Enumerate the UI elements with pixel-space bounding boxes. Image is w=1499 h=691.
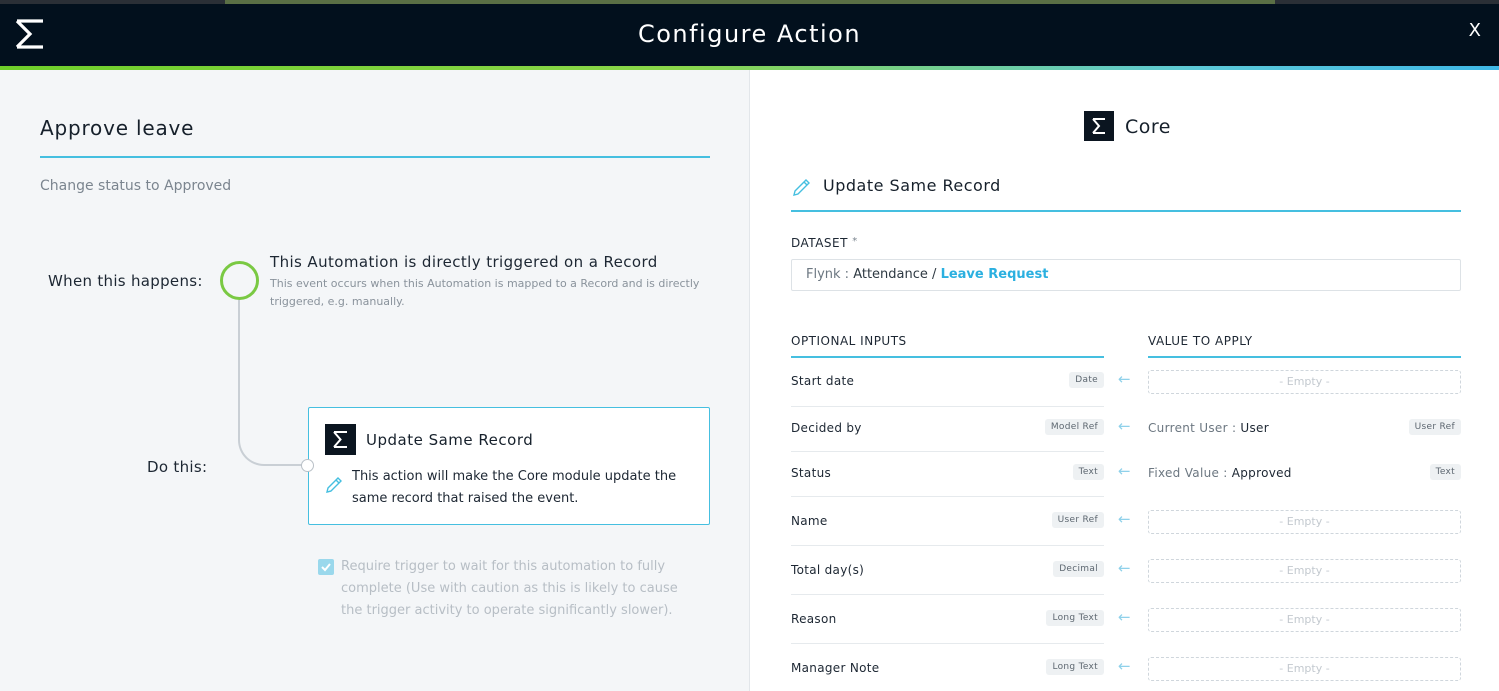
input-row-manager-note: Manager Note Long Text ← - Empty - [791, 655, 1461, 691]
action-description: This action will make the Core module up… [352, 469, 677, 506]
when-label: When this happens: [48, 272, 203, 290]
input-row-name: Name User Ref ← - Empty - [791, 508, 1461, 548]
input-name: Decided by [791, 421, 862, 435]
applied-value[interactable]: Fixed Value : Approved [1148, 466, 1292, 480]
row-divider [791, 594, 1104, 595]
input-name: Start date [791, 374, 855, 388]
input-name: Manager Note [791, 661, 880, 675]
input-name: Status [791, 466, 832, 480]
dataset-prefix: Flynk : [806, 267, 850, 282]
modal-header: Configure Action X [0, 4, 1499, 66]
action-config-title: Update Same Record [823, 176, 1001, 195]
sigma-module-icon [1084, 111, 1114, 141]
action-card[interactable]: Update Same Record This action will make… [308, 407, 710, 525]
checkmark-icon [321, 563, 331, 572]
type-badge: User Ref [1051, 512, 1104, 528]
input-name: Reason [791, 612, 837, 626]
close-icon[interactable]: X [1469, 20, 1481, 41]
row-divider [791, 451, 1104, 452]
required-mark: * [852, 236, 858, 247]
pencil-icon [793, 179, 810, 196]
arrow-left-icon: ← [1118, 462, 1131, 480]
value-type-badge: User Ref [1408, 419, 1461, 435]
arrow-left-icon: ← [1118, 657, 1131, 675]
trigger-node-icon[interactable] [220, 261, 259, 300]
type-badge: Model Ref [1044, 419, 1104, 435]
row-divider [791, 545, 1104, 546]
trigger-title: This Automation is directly triggered on… [270, 253, 658, 271]
value-source: Current User : [1148, 421, 1237, 435]
value-type-badge: Text [1429, 464, 1461, 480]
action-config-panel: Core Update Same Record DATASET * Flynk … [749, 70, 1499, 691]
connector-node [301, 459, 314, 472]
value-slot[interactable]: - Empty - [1148, 608, 1461, 632]
modal-title: Configure Action [637, 20, 862, 48]
arrow-left-icon: ← [1118, 417, 1131, 435]
input-row-decided-by: Decided by Model Ref ← Current User : Us… [791, 417, 1461, 457]
row-divider [791, 406, 1104, 407]
do-label: Do this: [147, 458, 208, 476]
action-title: Update Same Record [366, 431, 534, 449]
title-underline [791, 210, 1461, 212]
module-name: Core [1125, 116, 1171, 138]
value-slot[interactable]: - Empty - [1148, 370, 1461, 394]
automation-summary-panel: Approve leave Change status to Approved … [0, 70, 749, 691]
arrow-left-icon: ← [1118, 559, 1131, 577]
arrow-left-icon: ← [1118, 510, 1131, 528]
dataset-label-text: DATASET [791, 236, 848, 250]
value-text: User [1240, 421, 1269, 435]
type-badge: Text [1072, 464, 1104, 480]
trigger-description: This event occurs when this Automation i… [270, 277, 700, 308]
arrow-left-icon: ← [1118, 370, 1131, 388]
input-name: Total day(s) [791, 563, 865, 577]
row-divider [791, 643, 1104, 644]
input-name: Name [791, 514, 828, 528]
type-badge: Decimal [1053, 561, 1104, 577]
title-underline [40, 156, 710, 158]
wait-checkbox[interactable] [318, 559, 334, 575]
type-badge: Long Text [1046, 659, 1104, 675]
flow-connector [238, 300, 308, 466]
input-row-start-date: Start date Date ← - Empty - [791, 370, 1461, 410]
dataset-field[interactable]: Flynk : Attendance / Leave Request [791, 259, 1461, 291]
arrow-left-icon: ← [1118, 608, 1131, 626]
pencil-icon [326, 477, 342, 493]
automation-title: Approve leave [40, 116, 195, 140]
type-badge: Date [1069, 372, 1104, 388]
header-underline [1148, 356, 1461, 358]
value-slot[interactable]: - Empty - [1148, 510, 1461, 534]
type-badge: Long Text [1046, 610, 1104, 626]
dataset-label: DATASET * [791, 236, 858, 250]
input-row-reason: Reason Long Text ← - Empty - [791, 606, 1461, 646]
row-divider [791, 496, 1104, 497]
value-text: Approved [1231, 466, 1292, 480]
sigma-module-icon [325, 424, 356, 455]
automation-subtitle: Change status to Approved [40, 178, 232, 194]
header-underline [791, 356, 1104, 358]
value-slot[interactable]: - Empty - [1148, 559, 1461, 583]
input-row-total-days: Total day(s) Decimal ← - Empty - [791, 557, 1461, 597]
value-to-apply-header: VALUE TO APPLY [1148, 334, 1253, 348]
input-row-status: Status Text ← Fixed Value : Approved Tex… [791, 462, 1461, 502]
value-source: Fixed Value : [1148, 466, 1228, 480]
value-slot[interactable]: - Empty - [1148, 657, 1461, 681]
dataset-link[interactable]: Leave Request [941, 267, 1049, 282]
dataset-path: Attendance / [853, 267, 937, 282]
optional-inputs-header: OPTIONAL INPUTS [791, 334, 907, 348]
applied-value[interactable]: Current User : User [1148, 421, 1269, 435]
wait-checkbox-label: Require trigger to wait for this automat… [341, 559, 678, 618]
